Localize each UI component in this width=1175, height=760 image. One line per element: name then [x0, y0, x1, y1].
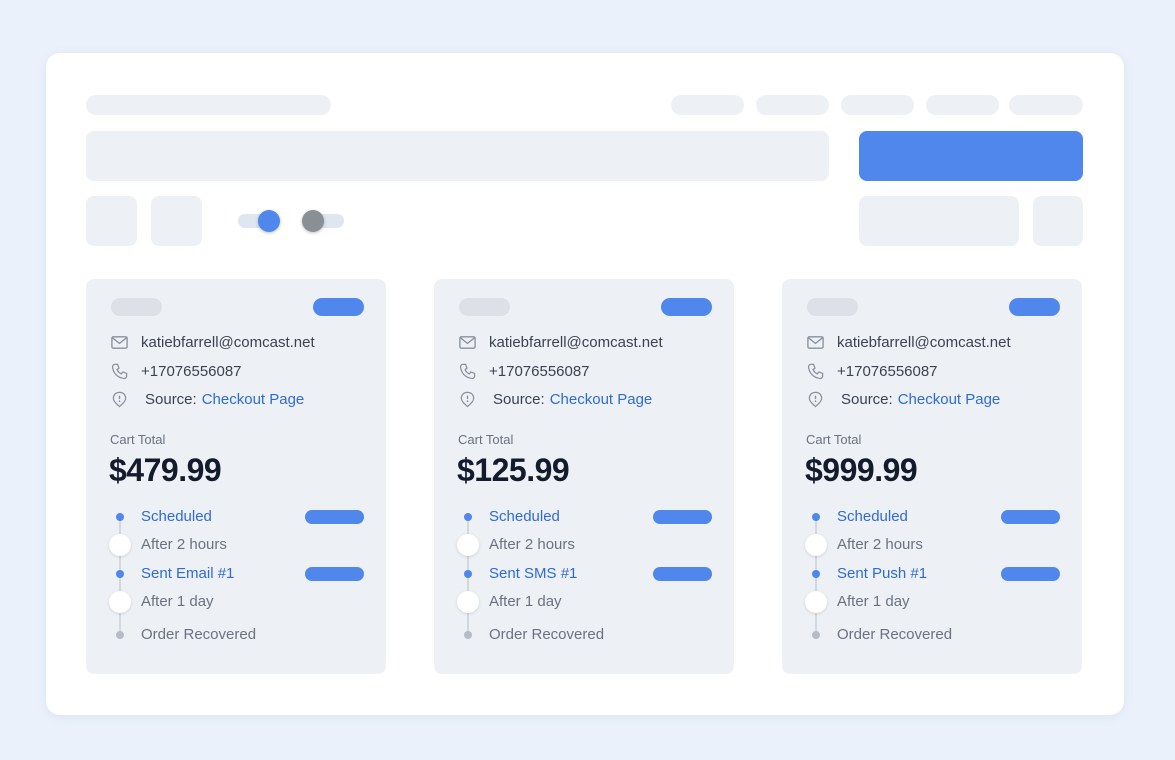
email-text: katiebfarrell@comcast.net — [141, 333, 315, 351]
filter-box-1[interactable] — [86, 196, 137, 246]
phone-row: +17076556087 — [806, 361, 938, 381]
mail-icon — [111, 335, 128, 349]
timeline-status-bar — [1001, 510, 1060, 524]
timeline-dot — [464, 631, 472, 639]
phone-icon — [459, 363, 476, 379]
timeline-wait-marker — [805, 591, 827, 613]
timeline-status-bar — [653, 567, 712, 581]
toggle-knob — [302, 210, 324, 232]
cart-card[interactable]: katiebfarrell@comcast.net +17076556087 S… — [434, 279, 734, 674]
nav-item-2-placeholder[interactable] — [756, 95, 829, 115]
cart-total-value: $125.99 — [457, 452, 570, 488]
nav-item-3-placeholder[interactable] — [841, 95, 914, 115]
timeline-wait-marker — [109, 591, 131, 613]
toggle-switch-off[interactable] — [302, 210, 344, 232]
info-pin-icon — [808, 391, 823, 407]
timeline-dot — [464, 513, 472, 521]
timeline-wait-text: After 2 hours — [141, 536, 227, 553]
card-tag-placeholder — [459, 298, 510, 316]
source-row: Source: Checkout Page — [110, 389, 304, 409]
card-status-badge[interactable] — [1009, 298, 1060, 316]
timeline-step-recovered: Order Recovered — [837, 626, 953, 643]
cart-total-value: $479.99 — [109, 452, 222, 488]
source-link[interactable]: Checkout Page — [550, 391, 653, 408]
timeline-step-scheduled: Scheduled — [141, 508, 212, 525]
toggle-switch-on[interactable] — [238, 210, 280, 232]
toggle-knob — [258, 210, 280, 232]
cart-total-value: $999.99 — [805, 452, 918, 488]
timeline-step-recovered: Order Recovered — [489, 626, 605, 643]
email-text: katiebfarrell@comcast.net — [489, 333, 663, 351]
source-link[interactable]: Checkout Page — [202, 391, 305, 408]
phone-row: +17076556087 — [110, 361, 242, 381]
info-pin-icon — [460, 391, 475, 407]
timeline-wait-text: After 2 hours — [837, 536, 923, 553]
nav-item-4-placeholder[interactable] — [926, 95, 999, 115]
timeline-step-scheduled: Scheduled — [837, 508, 908, 525]
phone-row: +17076556087 — [458, 361, 590, 381]
nav-item-5-placeholder[interactable] — [1009, 95, 1083, 115]
timeline-step-scheduled: Scheduled — [489, 508, 560, 525]
filter-box-2[interactable] — [151, 196, 202, 246]
card-status-badge[interactable] — [313, 298, 364, 316]
timeline-wait-marker — [457, 534, 479, 556]
card-status-badge[interactable] — [661, 298, 712, 316]
phone-icon — [807, 363, 824, 379]
cart-total-label: Cart Total — [110, 432, 166, 447]
timeline-dot — [812, 570, 820, 578]
nav-item-1-placeholder[interactable] — [671, 95, 744, 115]
phone-text: +17076556087 — [141, 362, 242, 380]
search-bar-placeholder[interactable] — [86, 131, 829, 181]
timeline-wait-marker — [457, 591, 479, 613]
email-row: katiebfarrell@comcast.net — [458, 332, 663, 352]
email-row: katiebfarrell@comcast.net — [110, 332, 315, 352]
app-window: katiebfarrell@comcast.net +17076556087 S… — [46, 53, 1124, 715]
timeline-dot — [116, 570, 124, 578]
timeline-wait-text: After 2 hours — [489, 536, 575, 553]
source-row: Source: Checkout Page — [458, 389, 652, 409]
card-tag-placeholder — [807, 298, 858, 316]
card-tag-placeholder — [111, 298, 162, 316]
timeline-wait-text: After 1 day — [489, 593, 562, 610]
phone-text: +17076556087 — [837, 362, 938, 380]
timeline-step-sent: Sent Push #1 — [837, 565, 928, 582]
timeline-wait-text: After 1 day — [837, 593, 910, 610]
timeline-step-sent: Sent SMS #1 — [489, 565, 578, 582]
source-link[interactable]: Checkout Page — [898, 391, 1001, 408]
cart-total-label: Cart Total — [458, 432, 514, 447]
timeline-status-bar — [305, 567, 364, 581]
email-row: katiebfarrell@comcast.net — [806, 332, 1011, 352]
timeline-step-sent: Sent Email #1 — [141, 565, 235, 582]
cart-card[interactable]: katiebfarrell@comcast.net +17076556087 S… — [86, 279, 386, 674]
source-label: Source: — [145, 390, 197, 408]
timeline-dot — [116, 513, 124, 521]
source-label: Source: — [841, 390, 893, 408]
title-placeholder — [86, 95, 331, 115]
timeline-dot — [464, 570, 472, 578]
timeline-step-recovered: Order Recovered — [141, 626, 257, 643]
phone-text: +17076556087 — [489, 362, 590, 380]
mail-icon — [459, 335, 476, 349]
primary-action-button[interactable] — [859, 131, 1083, 181]
source-label: Source: — [493, 390, 545, 408]
mail-icon — [807, 335, 824, 349]
timeline-wait-text: After 1 day — [141, 593, 214, 610]
source-row: Source: Checkout Page — [806, 389, 1000, 409]
timeline-wait-marker — [109, 534, 131, 556]
timeline-dot — [116, 631, 124, 639]
cart-total-label: Cart Total — [806, 432, 862, 447]
cart-card[interactable]: katiebfarrell@comcast.net +17076556087 S… — [782, 279, 1082, 674]
dropdown-placeholder[interactable] — [859, 196, 1019, 246]
timeline-status-bar — [653, 510, 712, 524]
timeline-status-bar — [305, 510, 364, 524]
email-text: katiebfarrell@comcast.net — [837, 333, 1011, 351]
phone-icon — [111, 363, 128, 379]
timeline-status-bar — [1001, 567, 1060, 581]
info-pin-icon — [112, 391, 127, 407]
timeline-dot — [812, 513, 820, 521]
timeline-wait-marker — [805, 534, 827, 556]
timeline-dot — [812, 631, 820, 639]
icon-button-placeholder[interactable] — [1033, 196, 1083, 246]
